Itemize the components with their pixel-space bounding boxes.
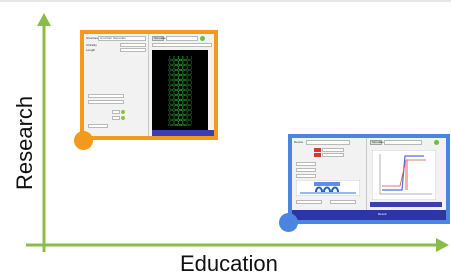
orange-marker-dot bbox=[74, 131, 93, 150]
device-param-4 bbox=[296, 168, 316, 172]
red-swatch-icon-2 bbox=[314, 153, 321, 157]
x-axis-arrowhead bbox=[436, 238, 449, 252]
option-toggle-icon bbox=[121, 110, 125, 114]
structure-field: Armchair Nanotube bbox=[98, 36, 146, 41]
panel-divider bbox=[366, 138, 367, 220]
nanotube-tool-screenshot: Structure Armchair Nanotube Chirality Le… bbox=[80, 30, 218, 140]
viewer-toolbar bbox=[152, 130, 214, 136]
x-axis-label: Education bbox=[180, 251, 278, 276]
blue-marker-dot bbox=[279, 213, 298, 232]
device-field bbox=[306, 140, 350, 145]
plot-toolbar bbox=[370, 202, 442, 207]
result-selector bbox=[152, 43, 212, 47]
status-light-icon bbox=[200, 36, 205, 41]
device-structure-diagram bbox=[296, 180, 360, 196]
device-param-3 bbox=[296, 162, 316, 166]
param-field-4 bbox=[112, 116, 120, 120]
status-field bbox=[166, 36, 198, 41]
panel-divider bbox=[148, 34, 149, 136]
chirality-field bbox=[120, 43, 146, 47]
bottom-status-bar: Result bbox=[292, 210, 446, 220]
param-field-3 bbox=[112, 110, 120, 114]
status-light-icon bbox=[434, 140, 439, 145]
option-toggle-icon-2 bbox=[121, 116, 125, 120]
param-field-1 bbox=[88, 94, 124, 98]
length-label: Length bbox=[86, 48, 96, 52]
device-param-7 bbox=[330, 200, 356, 204]
simulate-button: Simulate bbox=[152, 36, 166, 41]
nanotube-viewer bbox=[152, 50, 208, 130]
simulate-label: Simulate bbox=[154, 36, 166, 40]
y-axis-label: Research bbox=[12, 95, 37, 190]
simulate-button: Simulate bbox=[370, 140, 384, 145]
device-param-1 bbox=[322, 148, 344, 152]
nanotube-shading bbox=[168, 56, 192, 126]
y-axis-arrowhead bbox=[37, 13, 51, 26]
structure-label: Structure bbox=[86, 36, 99, 40]
device-label: Device bbox=[294, 140, 304, 144]
structure-value: Armchair Nanotube bbox=[100, 36, 126, 40]
device-tool-screenshot: Device Simulate Result bbox=[288, 134, 450, 224]
result-selector bbox=[384, 140, 422, 145]
device-param-5 bbox=[296, 174, 316, 178]
result-label: Result bbox=[378, 212, 387, 216]
device-param-2 bbox=[322, 153, 344, 157]
red-swatch-icon bbox=[314, 148, 321, 152]
result-plot bbox=[372, 150, 436, 200]
param-field-5 bbox=[88, 124, 108, 128]
simulate-label: Simulate bbox=[372, 140, 384, 144]
param-field-2 bbox=[88, 100, 124, 104]
length-field bbox=[120, 48, 146, 52]
device-param-6 bbox=[296, 200, 322, 204]
chirality-label: Chirality bbox=[86, 43, 97, 47]
